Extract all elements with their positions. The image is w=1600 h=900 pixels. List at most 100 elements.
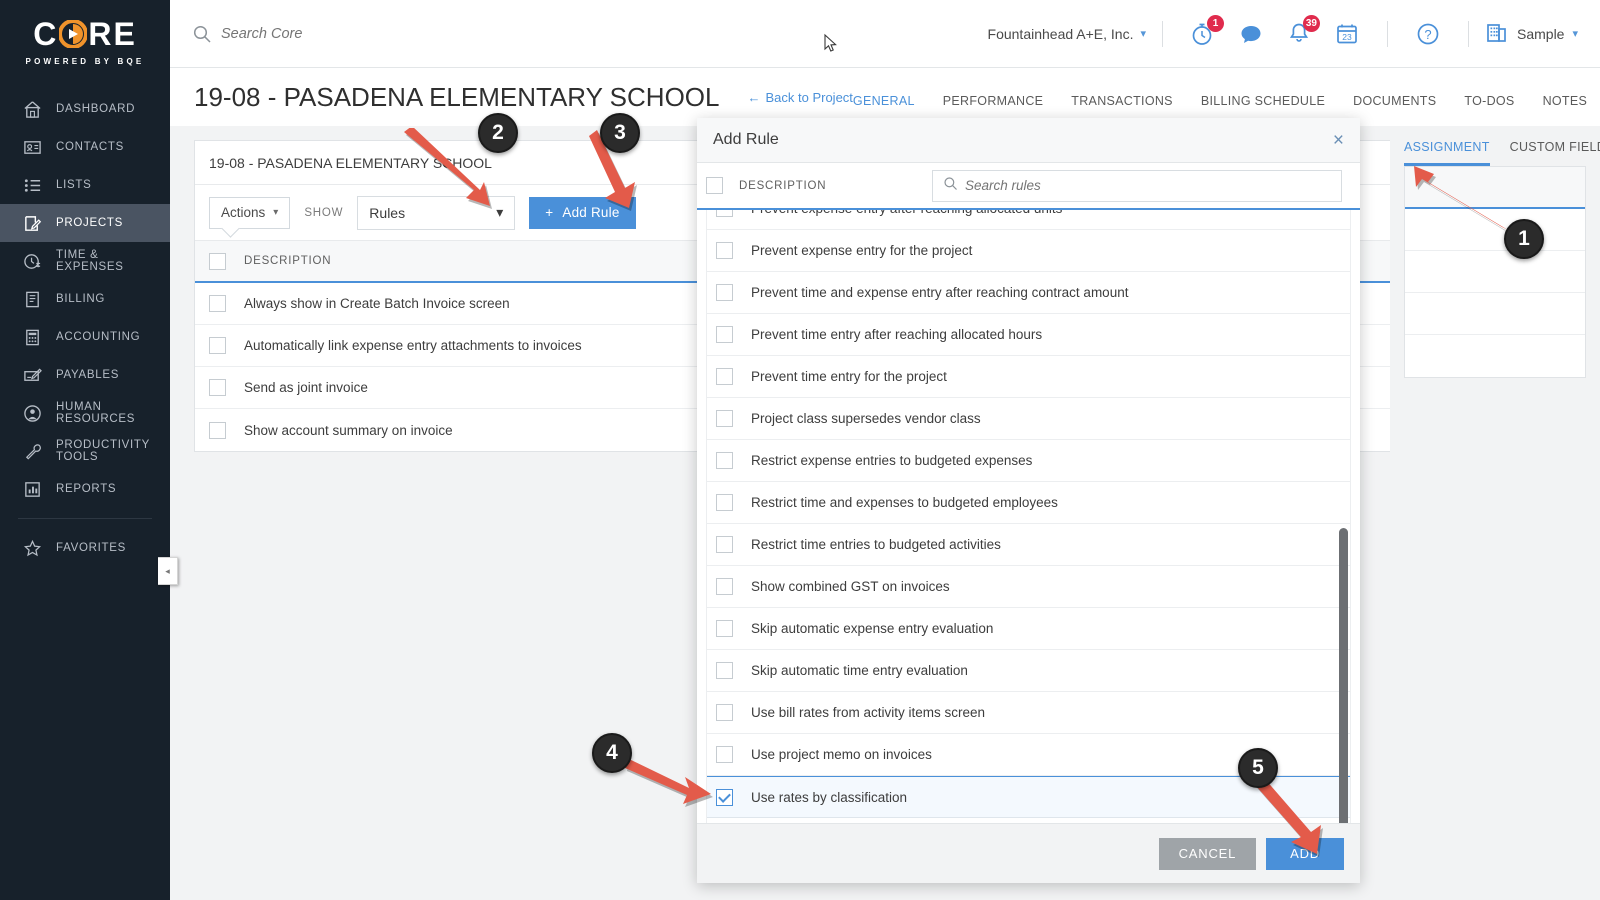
sidebar-item-label: FAVORITES — [56, 542, 126, 554]
list-item[interactable]: Show combined GST on invoices — [707, 566, 1350, 608]
row-checkbox[interactable] — [716, 368, 733, 385]
svg-text:23: 23 — [1342, 32, 1352, 42]
row-checkbox[interactable] — [716, 284, 733, 301]
actions-dropdown-button[interactable]: Actions ▾ — [209, 196, 291, 229]
sidebar-item-accounting[interactable]: ACCOUNTING — [0, 318, 170, 356]
sidebar-collapse-button[interactable]: ◂ — [158, 557, 178, 585]
tab-documents[interactable]: DOCUMENTS — [1353, 94, 1436, 126]
row-checkbox[interactable] — [209, 421, 226, 439]
row-checkbox[interactable] — [716, 326, 733, 343]
scrollbar-track[interactable] — [1338, 210, 1348, 823]
select-all-checkbox[interactable] — [209, 252, 226, 270]
svg-text:?: ? — [1424, 27, 1431, 42]
logo-text: C RE — [33, 16, 137, 52]
list-item[interactable]: Skip automatic time entry evaluation — [707, 650, 1350, 692]
notifications-badge: 39 — [1302, 14, 1320, 32]
list-item[interactable]: Prevent expense entry for the project — [707, 230, 1350, 272]
column-header-description: DESCRIPTION — [244, 255, 332, 267]
list-item[interactable]: Project class supersedes vendor class — [707, 398, 1350, 440]
sidebar-item-dashboard[interactable]: DASHBOARD — [0, 90, 170, 128]
search-rules-box[interactable] — [932, 169, 1342, 202]
row-checkbox[interactable] — [716, 410, 733, 427]
row-checkbox[interactable] — [716, 242, 733, 259]
sample-label: Sample — [1517, 25, 1565, 42]
tab-custom-fields[interactable]: CUSTOM FIELDS — [1510, 140, 1600, 166]
table-row[interactable] — [1405, 293, 1585, 335]
sidebar-item-human-resources[interactable]: HUMAN RESOURCES — [0, 394, 170, 432]
sidebar-item-label: TIME & EXPENSES — [56, 249, 124, 273]
sidebar-divider — [18, 518, 152, 519]
list-item[interactable]: Restrict time entries to budgeted activi… — [707, 524, 1350, 566]
chat-button[interactable] — [1238, 21, 1264, 47]
callout-badge-2: 2 — [478, 113, 518, 153]
row-checkbox[interactable] — [716, 662, 733, 679]
sidebar-item-lists[interactable]: LISTS — [0, 166, 170, 204]
sidebar-item-projects[interactable]: PROJECTS — [0, 204, 170, 242]
sidebar-item-payables[interactable]: PAYABLES — [0, 356, 170, 394]
row-checkbox[interactable] — [209, 337, 226, 354]
company-selector[interactable]: Fountainhead A+E, Inc. ▾ — [988, 26, 1146, 42]
person-badge-icon — [22, 403, 42, 423]
select-all-checkbox[interactable] — [706, 177, 723, 194]
row-checkbox[interactable] — [716, 620, 733, 637]
timer-button[interactable]: 1 — [1190, 14, 1224, 47]
list-item[interactable]: Use bill rates from activity items scree… — [707, 692, 1350, 734]
dialog-header: Add Rule × — [697, 118, 1360, 163]
table-row[interactable] — [1405, 335, 1585, 377]
sidebar-item-time-expenses[interactable]: TIME & EXPENSES — [0, 242, 170, 280]
row-checkbox[interactable] — [716, 210, 733, 217]
search-rules-input[interactable] — [965, 178, 1331, 193]
search-input[interactable] — [221, 25, 521, 42]
cancel-button[interactable]: CANCEL — [1158, 837, 1257, 870]
column-header-description: DESCRIPTION — [739, 179, 827, 192]
sidebar-item-contacts[interactable]: CONTACTS — [0, 128, 170, 166]
app-root: C RE POWERED BY BQE DASHBOARD CONTACTS LI… — [0, 0, 1600, 900]
sidebar-item-billing[interactable]: BILLING — [0, 280, 170, 318]
sidebar-item-favorites[interactable]: FAVORITES — [0, 529, 170, 567]
sidebar-item-label: PRODUCTIVITY TOOLS — [56, 439, 150, 463]
help-button[interactable]: ? — [1415, 21, 1441, 47]
list-item[interactable]: Restrict time and expenses to budgeted e… — [707, 482, 1350, 524]
row-checkbox[interactable] — [716, 494, 733, 511]
wrench-icon — [22, 441, 42, 461]
row-checkbox[interactable] — [716, 452, 733, 469]
rule-label: Automatically link expense entry attachm… — [244, 338, 582, 353]
row-checkbox[interactable] — [209, 379, 226, 396]
rule-label: Skip automatic time entry evaluation — [751, 663, 968, 678]
notifications-button[interactable]: 39 — [1286, 14, 1320, 47]
calendar-button[interactable]: 23 — [1334, 21, 1360, 47]
list-item[interactable]: Prevent time entry for the project — [707, 356, 1350, 398]
rule-label: Prevent time entry after reaching alloca… — [751, 327, 1043, 342]
table-row[interactable] — [1405, 251, 1585, 293]
search-icon — [943, 176, 958, 196]
row-checkbox[interactable] — [716, 536, 733, 553]
rule-label: Use rates by classification — [751, 789, 908, 805]
global-search[interactable] — [192, 24, 521, 44]
close-icon[interactable]: × — [1333, 131, 1344, 150]
sidebar-item-reports[interactable]: REPORTS — [0, 470, 170, 508]
tab-notes[interactable]: NOTES — [1543, 94, 1588, 126]
back-to-project-link[interactable]: ← Back to Project — [747, 90, 852, 105]
list-item[interactable]: Restrict expense entries to budgeted exp… — [707, 440, 1350, 482]
sidebar-item-productivity-tools[interactable]: PRODUCTIVITY TOOLS — [0, 432, 170, 470]
tab-to-dos[interactable]: TO-DOS — [1464, 94, 1514, 126]
row-checkbox[interactable] — [716, 578, 733, 595]
list-item[interactable]: Prevent expense entry after reaching all… — [707, 210, 1350, 230]
rule-label: Use project memo on invoices — [751, 747, 932, 762]
sample-selector[interactable]: Sample ▾ — [1485, 20, 1578, 47]
row-checkbox[interactable] — [716, 704, 733, 721]
list-item[interactable]: Skip automatic expense entry evaluation — [707, 608, 1350, 650]
sidebar-item-label: DASHBOARD — [56, 103, 136, 115]
sidebar-item-label: LISTS — [56, 179, 92, 191]
back-link-label: Back to Project — [765, 89, 853, 105]
list-item[interactable]: Prevent time and expense entry after rea… — [707, 272, 1350, 314]
rule-label: Show combined GST on invoices — [751, 579, 950, 594]
row-checkbox[interactable] — [209, 295, 226, 312]
dialog-table-header: DESCRIPTION — [697, 163, 1360, 210]
list-item[interactable]: Prevent time entry after reaching alloca… — [707, 314, 1350, 356]
sidebar-item-label: PAYABLES — [56, 369, 120, 381]
rule-label: Skip automatic expense entry evaluation — [751, 621, 994, 636]
check-pen-icon — [22, 365, 42, 385]
clock-dollar-icon — [22, 251, 42, 271]
callout-badge-4: 4 — [592, 733, 632, 773]
